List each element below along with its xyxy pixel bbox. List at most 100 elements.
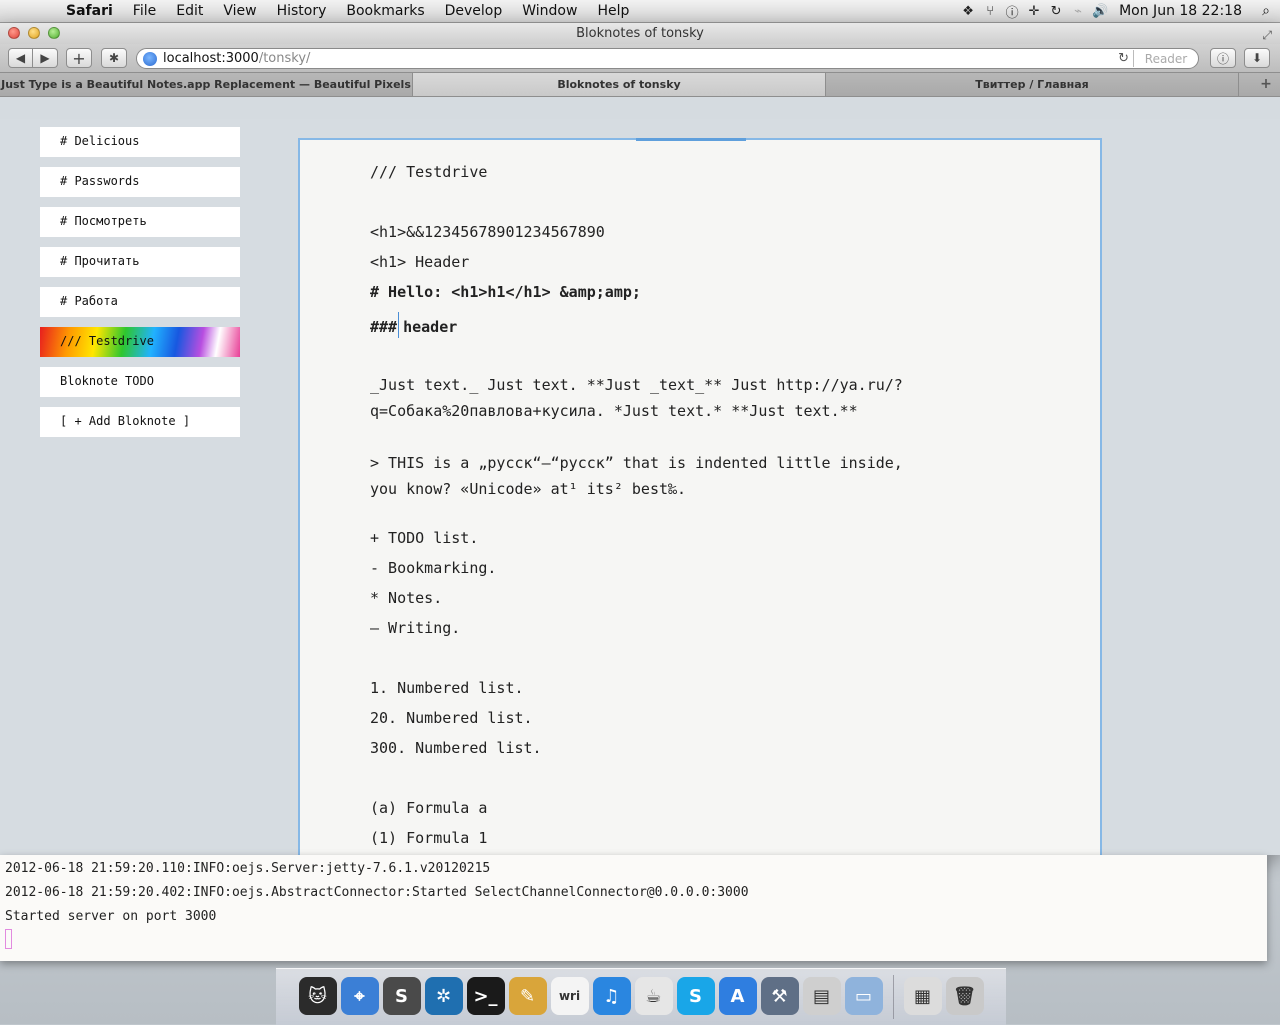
menu-bar: Safari File Edit View History Bookmarks … [0,0,1280,23]
editor-blank-line [370,768,1100,798]
spotlight-icon[interactable]: ⌕ [1252,3,1280,19]
safari-window: Bloknotes of tonsky ⤢ ◀ ▶ + ✱ localhost:… [0,23,1280,855]
tab-beautiful-pixels[interactable]: Just Type is a Beautiful Notes.app Repla… [0,73,413,96]
back-button[interactable]: ◀ [8,48,33,68]
coffee-icon[interactable]: ☕ [634,977,673,1015]
menu-bookmarks[interactable]: Bookmarks [336,3,434,19]
note-bloknote-todo[interactable]: Bloknote TODO [40,367,240,397]
header-text: header [403,318,458,336]
top-sites-button[interactable]: ✱ [101,48,127,68]
reader-button[interactable]: Reader [1133,50,1198,67]
documents-icon[interactable]: ▦ [903,977,942,1015]
safari-icon[interactable]: ⌖ [340,977,379,1015]
notes-sidebar: # Delicious # Passwords # Посмотреть # П… [40,127,240,447]
menu-view[interactable]: View [213,3,266,19]
editor-list-item: — Writing. [370,619,461,637]
editor-list-item: - Bookmarking. [370,559,497,577]
editor-list-item: + TODO list. [370,529,479,547]
terminal-icon[interactable]: >_ [466,977,505,1015]
add-bloknote-button[interactable]: [ + Add Bloknote ] [40,407,240,437]
editor-text[interactable]: /// Testdrive <h1>&&12345678901234567890… [300,140,1100,855]
trash-icon[interactable]: 🗑 [945,977,984,1015]
globe-icon [143,51,157,66]
tab-twitter[interactable]: Твиттер / Главная [826,73,1239,96]
note-rabota[interactable]: # Работа [40,287,240,317]
menu-edit[interactable]: Edit [166,3,213,19]
sublime-icon[interactable]: S [382,977,421,1015]
forward-button[interactable]: ▶ [33,48,58,68]
note-editor[interactable]: /// Testdrive <h1>&&12345678901234567890… [298,138,1102,855]
note-passwords[interactable]: # Passwords [40,167,240,197]
itunes-icon[interactable]: ♫ [592,977,631,1015]
editor-blank-line [370,428,1100,450]
tab-bar: Just Type is a Beautiful Notes.app Repla… [0,72,1280,97]
editor-paragraph: _Just text._ Just text. **Just _text_** … [370,376,903,420]
status-area: ❖ ⑂ ⓘ ✛ ↻ ⌁ 🔊 Mon Jun 18 22:18 ⌕ [957,0,1280,22]
address-bar[interactable]: localhost:3000 /tonsky/ ↻ Reader [136,48,1199,69]
network-icon[interactable]: ⑂ [979,4,1001,19]
info-icon[interactable]: ⓘ [1001,2,1023,21]
menu-window[interactable]: Window [512,3,587,19]
text-caret [398,312,400,338]
dock: 🐱 ⌖ S ✲ >_ ✎ wri ♫ ☕ S A ⚒ ▤ ▭ ▦ 🗑 [276,968,1006,1025]
menu-safari[interactable]: Safari [56,3,123,19]
menu-clock[interactable]: Mon Jun 18 22:18 [1111,3,1252,19]
fullscreen-icon[interactable]: ⤢ [1262,25,1272,46]
header-marker: ### [370,318,398,336]
dropbox-icon[interactable]: ❖ [957,4,979,19]
finder-cat-icon[interactable]: 🐱 [298,977,337,1015]
menu-file[interactable]: File [123,3,166,19]
title-bar: Bloknotes of tonsky ⤢ [0,23,1280,44]
folder-icon[interactable]: ▭ [844,977,883,1015]
editor-numbered-item: 300. Numbered list. [370,739,542,757]
move-icon[interactable]: ✛ [1023,4,1045,19]
tab-bloknotes[interactable]: Bloknotes of tonsky [413,73,826,96]
editor-blank-line [370,648,1100,678]
info-button[interactable]: ⓘ [1210,48,1236,68]
editor-line-with-caret: ### header [370,312,1100,342]
new-tab-button[interactable]: + [1252,73,1280,96]
window-title: Bloknotes of tonsky [576,26,704,41]
dock-separator [892,975,894,1019]
appstore-icon[interactable]: A [718,977,757,1015]
skype-icon[interactable]: S [676,977,715,1015]
toolbar: ◀ ▶ + ✱ localhost:3000 /tonsky/ ↻ Reader… [0,44,1280,72]
back-forward-group: ◀ ▶ [8,48,58,68]
downloads-button[interactable]: ⬇ [1244,48,1270,68]
wifi-icon[interactable]: ⌁ [1067,4,1089,19]
editor-line: <h1> Header [370,253,470,271]
note-delicious[interactable]: # Delicious [40,127,240,157]
terminal-window[interactable]: 2012-06-18 21:59:20.110:INFO:oejs.Server… [0,855,1267,961]
menu-history[interactable]: History [267,3,337,19]
close-window-button[interactable] [8,27,20,39]
add-bookmark-button[interactable]: + [66,48,92,68]
menu-develop[interactable]: Develop [435,3,513,19]
xcode-icon[interactable]: ⚒ [760,977,799,1015]
editor-blank-line [370,192,1100,222]
editor-formula: (a) Formula a [370,799,488,817]
terminal-line: Started server on port 3000 [5,909,217,924]
textedit-icon[interactable]: ✎ [508,977,547,1015]
terminal-cursor [5,929,12,949]
sync-icon[interactable]: ↻ [1045,4,1067,19]
window-controls [8,27,60,39]
note-posmotret[interactable]: # Посмотреть [40,207,240,237]
editor-line: # Hello: <h1>h1</h1> &amp;amp; [370,283,641,301]
note-prochitat[interactable]: # Прочитать [40,247,240,277]
sourcetree-icon[interactable]: ✲ [424,977,463,1015]
volume-icon[interactable]: 🔊 [1089,4,1111,19]
url-host: localhost:3000 [163,51,259,66]
reload-icon[interactable]: ↻ [1118,51,1129,66]
editor-numbered-item: 20. Numbered list. [370,709,533,727]
note-testdrive[interactable]: /// Testdrive [40,327,240,357]
editor-line: /// Testdrive [370,163,488,181]
minimize-window-button[interactable] [28,27,40,39]
menu-help[interactable]: Help [587,3,639,19]
preview-icon[interactable]: ▤ [802,977,841,1015]
editor-quote: > THIS is a „русск“—“русск” that is inde… [370,454,912,498]
url-path: /tonsky/ [258,51,311,66]
editor-blank-line [370,342,1100,372]
zoom-window-button[interactable] [48,27,60,39]
writer-icon[interactable]: wri [550,977,589,1015]
terminal-line: 2012-06-18 21:59:20.402:INFO:oejs.Abstra… [5,885,749,900]
